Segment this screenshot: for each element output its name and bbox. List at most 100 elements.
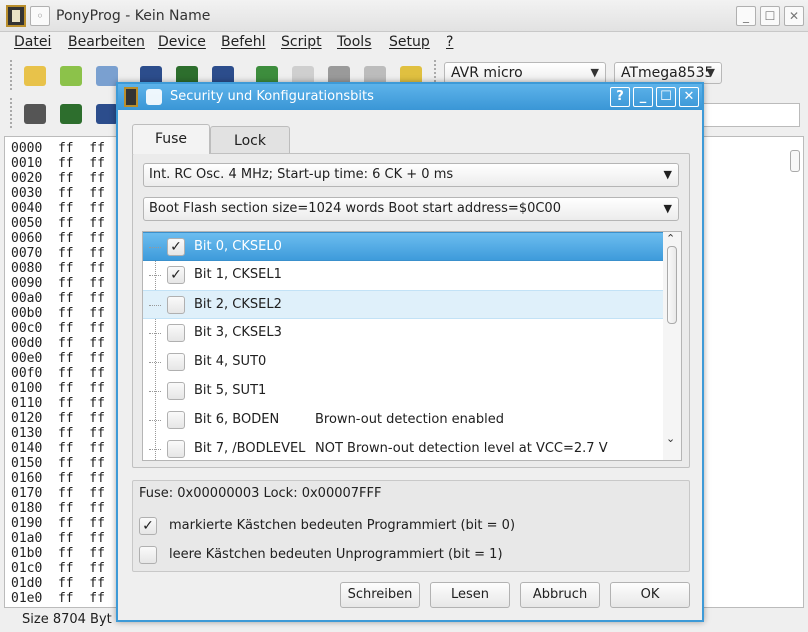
- dialog-close-button[interactable]: ✕: [679, 87, 699, 107]
- chevron-down-icon: ▼: [590, 66, 599, 79]
- menu-befehl[interactable]: Befehl: [221, 34, 266, 50]
- menu-script[interactable]: Script: [281, 34, 322, 50]
- ok-button[interactable]: OK: [610, 582, 690, 608]
- minimize-button[interactable]: _: [736, 6, 756, 26]
- dialog-pin-icon[interactable]: [146, 89, 162, 105]
- size-status: Size 8704 Byt: [22, 612, 112, 627]
- bit-checkbox[interactable]: [167, 440, 185, 458]
- read-button[interactable]: Lesen: [430, 582, 510, 608]
- main-title-bar: ◦ PonyProg - Kein Name _ ☐ ✕: [0, 0, 808, 32]
- dialog-app-icon[interactable]: [124, 87, 138, 107]
- info-panel: Fuse: 0x00000003 Lock: 0x00007FFF ✓ mark…: [132, 480, 690, 572]
- chevron-down-icon: ▼: [706, 66, 715, 79]
- bit-description: NOT Brown-out detection level at VCC=2.7…: [315, 441, 608, 456]
- bit-label: Bit 0, CKSEL0: [194, 239, 282, 254]
- bit-label: Bit 3, CKSEL3: [194, 325, 282, 340]
- dialog-minimize-button[interactable]: _: [633, 87, 653, 107]
- oscillator-value: Int. RC Osc. 4 MHz; Start-up time: 6 CK …: [149, 167, 454, 182]
- window-title: PonyProg - Kein Name: [56, 8, 211, 24]
- hex-scrollbar[interactable]: [788, 140, 802, 606]
- read-all-icon[interactable]: [24, 104, 46, 124]
- fuse-bit-list[interactable]: ✓ Bit 0, CKSEL0 ✓ Bit 1, CKSEL1 Bit 2, CKSEL…: [142, 231, 682, 461]
- menu-help[interactable]: ?: [446, 34, 453, 50]
- bit-checkbox[interactable]: [167, 382, 185, 400]
- dialog-maximize-button[interactable]: ☐: [656, 87, 676, 107]
- pin-icon[interactable]: ◦: [30, 6, 50, 26]
- open-file-icon[interactable]: [24, 66, 46, 86]
- fuse-panel: Int. RC Osc. 4 MHz; Start-up time: 6 CK …: [132, 153, 690, 468]
- tree-branch: [149, 275, 161, 276]
- scroll-up-icon[interactable]: ⌃: [666, 232, 675, 245]
- list-item[interactable]: Bit 7, /BODLEVEL NOT Brown-out detection …: [143, 435, 663, 460]
- bit-checkbox[interactable]: [167, 324, 185, 342]
- chevron-down-icon: ▼: [663, 202, 672, 215]
- toolbar-field[interactable]: [700, 103, 800, 127]
- device-family-select[interactable]: AVR micro ▼: [444, 62, 606, 84]
- list-item[interactable]: ✓ Bit 1, CKSEL1: [143, 261, 663, 290]
- menu-datei[interactable]: Datei: [14, 34, 51, 50]
- programmed-label: markierte Kästchen bedeuten Programmiert…: [169, 518, 516, 533]
- list-item[interactable]: Bit 3, CKSEL3: [143, 319, 663, 348]
- bit-checkbox[interactable]: [167, 353, 185, 371]
- list-item[interactable]: Bit 4, SUT0: [143, 348, 663, 377]
- tree-branch: [149, 420, 161, 421]
- tree-branch: [149, 305, 161, 306]
- read-program-icon[interactable]: [60, 104, 82, 124]
- programmed-checkbox[interactable]: ✓: [139, 517, 157, 535]
- list-item[interactable]: Bit 5, SUT1: [143, 377, 663, 406]
- menu-bearbeiten[interactable]: Bearbeiten: [68, 34, 145, 50]
- tab-fuse[interactable]: Fuse: [132, 124, 210, 154]
- boot-section-select[interactable]: Boot Flash section size=1024 words Boot …: [143, 197, 679, 221]
- scroll-down-icon[interactable]: ⌄: [666, 432, 675, 445]
- open-data-icon[interactable]: [96, 66, 118, 86]
- unprogrammed-checkbox[interactable]: [139, 546, 157, 564]
- read-data-icon[interactable]: [96, 104, 118, 124]
- list-scroll-thumb[interactable]: [667, 246, 677, 324]
- tree-branch: [149, 449, 161, 450]
- menu-bar: Datei Bearbeiten Device Befehl Script To…: [0, 32, 808, 54]
- bit-label: Bit 5, SUT1: [194, 383, 267, 398]
- list-item[interactable]: Bit 6, BODEN Brown-out detection enabled: [143, 406, 663, 435]
- menu-device[interactable]: Device: [158, 34, 206, 50]
- tree-branch: [149, 333, 161, 334]
- open-program-icon[interactable]: [60, 66, 82, 86]
- list-scrollbar[interactable]: ⌃ ⌄: [663, 232, 681, 460]
- security-dialog: Security und Konfigurationsbits ? _ ☐ ✕ …: [116, 82, 704, 622]
- chevron-down-icon: ▼: [663, 168, 672, 181]
- bit-checkbox[interactable]: [167, 296, 185, 314]
- toolbar-grip-3[interactable]: [10, 98, 14, 128]
- ponyprog-app-icon[interactable]: [6, 5, 26, 27]
- tree-branch: [149, 247, 161, 248]
- bit-label: Bit 1, CKSEL1: [194, 267, 282, 282]
- scrollbar-thumb[interactable]: [790, 150, 800, 172]
- dialog-title: Security und Konfigurationsbits: [170, 89, 374, 104]
- close-button[interactable]: ✕: [784, 6, 804, 26]
- tree-branch: [149, 391, 161, 392]
- bit-label: Bit 4, SUT0: [194, 354, 267, 369]
- cancel-button[interactable]: Abbruch: [520, 582, 600, 608]
- menu-setup[interactable]: Setup: [389, 34, 430, 50]
- maximize-button[interactable]: ☐: [760, 6, 780, 26]
- bit-label: Bit 6, BODEN: [194, 412, 280, 427]
- tab-lock[interactable]: Lock: [210, 126, 290, 154]
- toolbar-grip[interactable]: [10, 60, 14, 90]
- menu-tools[interactable]: Tools: [337, 34, 372, 50]
- list-item[interactable]: ✓ Bit 0, CKSEL0: [143, 232, 663, 261]
- boot-section-value: Boot Flash section size=1024 words Boot …: [149, 201, 561, 216]
- device-model-value: ATmega8535: [621, 65, 714, 81]
- unprogrammed-label: leere Kästchen bedeuten Unprogrammiert (…: [169, 547, 503, 562]
- oscillator-select[interactable]: Int. RC Osc. 4 MHz; Start-up time: 6 CK …: [143, 163, 679, 187]
- fuse-lock-value: Fuse: 0x00000003 Lock: 0x00007FFF: [139, 486, 382, 501]
- bit-label: Bit 2, CKSEL2: [194, 297, 282, 312]
- bit-description: Brown-out detection enabled: [315, 412, 505, 427]
- bit-checkbox[interactable]: [167, 411, 185, 429]
- device-model-select[interactable]: ATmega8535 ▼: [614, 62, 722, 84]
- bit-checkbox[interactable]: ✓: [167, 266, 185, 284]
- tree-branch: [149, 362, 161, 363]
- write-button[interactable]: Schreiben: [340, 582, 420, 608]
- dialog-title-bar: Security und Konfigurationsbits ? _ ☐ ✕: [118, 84, 702, 110]
- bit-checkbox[interactable]: ✓: [167, 238, 185, 256]
- help-button[interactable]: ?: [610, 87, 630, 107]
- list-item[interactable]: Bit 2, CKSEL2: [143, 290, 663, 319]
- device-family-value: AVR micro: [451, 65, 523, 81]
